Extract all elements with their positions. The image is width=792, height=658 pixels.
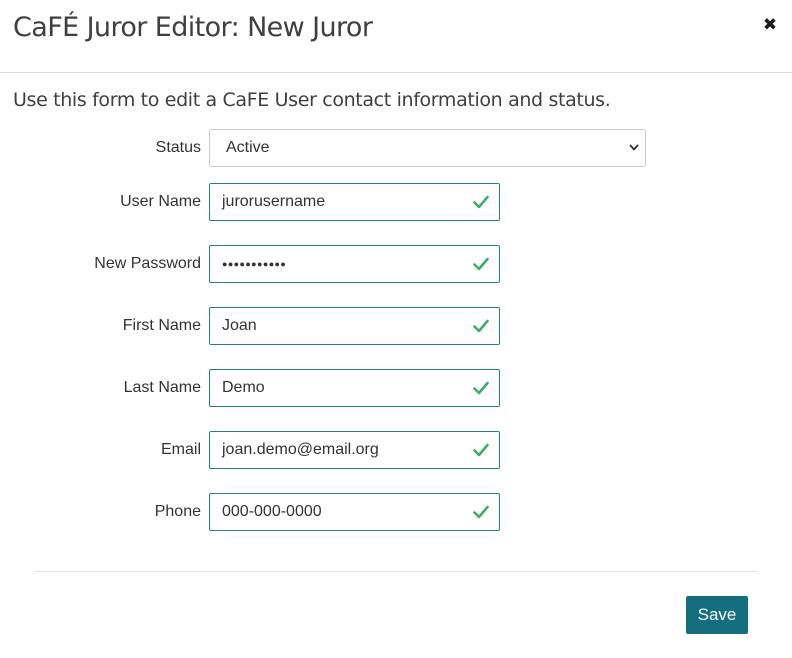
dialog-title: CaFÉ Juror Editor: New Juror [13,12,373,43]
username-value: jurorusername [222,193,326,210]
check-icon [473,381,489,395]
status-select[interactable]: Active [209,129,646,167]
last-name-value: Demo [222,379,265,396]
last-name-label: Last Name [123,379,201,396]
password-row: New Password ●●●●●●●●●●● [0,245,792,283]
email-row: Email joan.demo@email.org [0,431,792,469]
password-label: New Password [94,255,201,272]
check-icon [473,319,489,333]
username-input[interactable]: jurorusername [209,183,500,221]
close-icon[interactable]: ✖ [763,15,777,35]
email-label: Email [160,441,201,458]
check-icon [473,257,489,271]
email-value: joan.demo@email.org [222,441,379,458]
username-row: User Name jurorusername [0,183,792,221]
chevron-down-icon [629,144,639,151]
first-name-input[interactable]: Joan [209,307,500,345]
first-name-value: Joan [222,317,257,334]
status-selected-value: Active [226,139,270,156]
dialog-header: CaFÉ Juror Editor: New Juror ✖ [0,0,792,73]
phone-value: 000-000-0000 [222,503,322,520]
close-button[interactable]: ✖ [761,14,779,36]
last-name-row: Last Name Demo [0,369,792,407]
email-input[interactable]: joan.demo@email.org [209,431,500,469]
username-label: User Name [120,193,201,210]
form-intro-text: Use this form to edit a CaFE User contac… [13,89,611,111]
password-masked-value: ●●●●●●●●●●● [222,259,287,269]
new-password-input[interactable]: ●●●●●●●●●●● [209,245,500,283]
phone-label: Phone [154,503,201,520]
first-name-label: First Name [122,317,201,334]
check-icon [473,505,489,519]
phone-input[interactable]: 000-000-0000 [209,493,500,531]
check-icon [473,195,489,209]
save-button[interactable]: Save [686,596,748,634]
check-icon [473,443,489,457]
phone-row: Phone 000-000-0000 [0,493,792,531]
status-label: Status [155,139,201,156]
juror-editor-dialog: CaFÉ Juror Editor: New Juror ✖ Use this … [0,0,792,658]
status-row: Status Active [0,129,792,167]
last-name-input[interactable]: Demo [209,369,500,407]
footer-divider [35,571,757,572]
first-name-row: First Name Joan [0,307,792,345]
